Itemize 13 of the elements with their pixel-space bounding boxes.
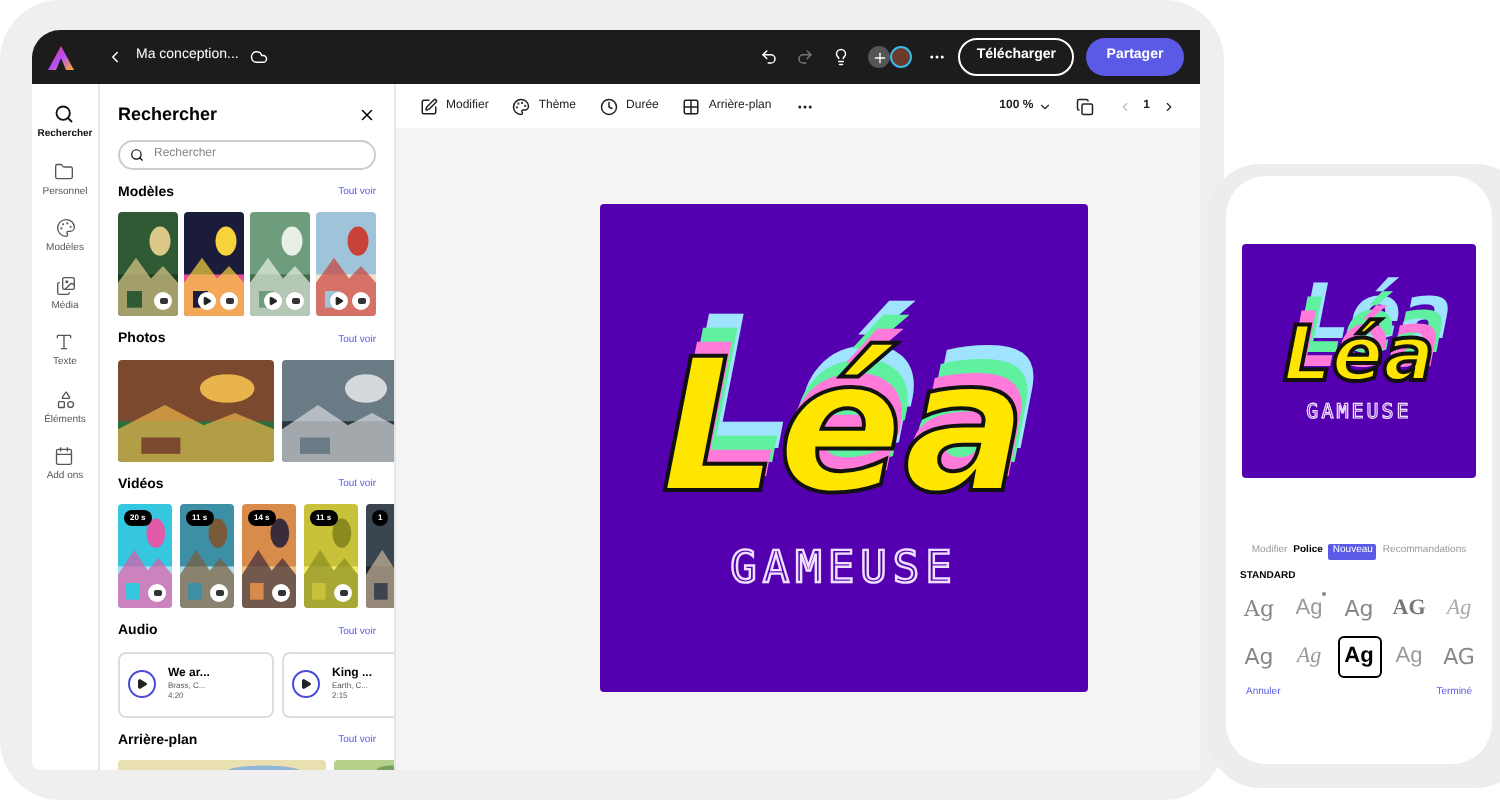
- font-option[interactable]: AG: [1387, 588, 1431, 630]
- font-option[interactable]: AG: [1437, 636, 1481, 678]
- logo-subtitle: GAMEUSE: [1306, 399, 1412, 427]
- logo-title: Léa: [660, 335, 1028, 519]
- font-option[interactable]: Ag: [1387, 636, 1431, 678]
- font-option[interactable]: Ag: [1237, 588, 1281, 630]
- font-option[interactable]: Ag: [1287, 636, 1331, 678]
- logo-subtitle: GAMEUSE: [730, 541, 958, 597]
- panel-title: Rechercher: [118, 102, 218, 128]
- font-option[interactable]: Ag: [1337, 588, 1381, 630]
- font-option[interactable]: Ag: [1287, 588, 1331, 630]
- font-option[interactable]: Ag: [1337, 636, 1381, 678]
- font-option[interactable]: Ag: [1237, 636, 1281, 678]
